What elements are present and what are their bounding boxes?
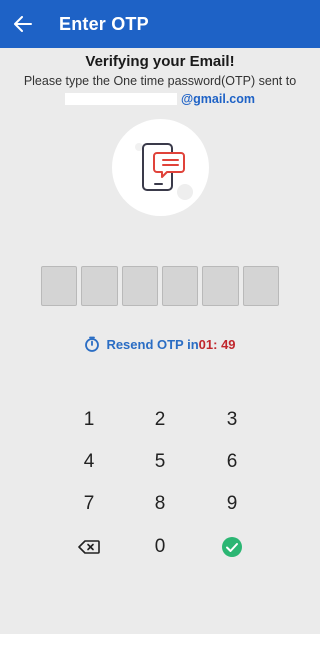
backspace-button[interactable]	[59, 529, 119, 565]
email-domain: @gmail.com	[180, 92, 255, 106]
email-redaction	[64, 93, 177, 105]
email-address: @gmail.com	[0, 90, 320, 108]
otp-digit-5[interactable]	[202, 266, 239, 306]
key-9[interactable]: 9	[202, 486, 262, 522]
otp-digit-3[interactable]	[121, 266, 158, 306]
otp-digit-2[interactable]	[81, 266, 118, 306]
backspace-icon	[78, 540, 100, 554]
timer-icon	[85, 336, 100, 352]
resend-otp[interactable]: Resend OTP in 01: 49	[0, 335, 320, 353]
submit-button[interactable]	[202, 529, 262, 565]
key-7[interactable]: 7	[59, 486, 119, 522]
check-circle-icon	[222, 537, 242, 557]
page-title: Enter OTP	[59, 13, 149, 34]
key-1[interactable]: 1	[59, 402, 119, 438]
arrow-left-icon[interactable]	[12, 13, 34, 35]
app-bar: Enter OTP	[0, 0, 320, 48]
phone-message-icon	[135, 143, 193, 200]
resend-label: Resend OTP in	[106, 336, 199, 352]
bottom-strip	[0, 634, 320, 647]
otp-illustration	[112, 119, 209, 216]
otp-screen: Enter OTP Verifying your Email! Please t…	[0, 0, 320, 634]
otp-digit-6[interactable]	[242, 266, 279, 306]
key-2[interactable]: 2	[130, 402, 190, 438]
key-8[interactable]: 8	[130, 486, 190, 522]
resend-countdown: 01: 49	[198, 336, 236, 352]
key-3[interactable]: 3	[202, 402, 262, 438]
otp-instruction: Please type the One time password(OTP) s…	[23, 74, 297, 88]
otp-digit-4[interactable]	[161, 266, 199, 306]
key-0[interactable]: 0	[130, 529, 190, 565]
otp-digit-1[interactable]	[41, 266, 78, 306]
otp-input-row	[41, 266, 279, 306]
key-6[interactable]: 6	[202, 444, 262, 480]
key-5[interactable]: 5	[130, 444, 190, 480]
key-4[interactable]: 4	[59, 444, 119, 480]
verify-heading: Verifying your Email!	[85, 53, 235, 70]
